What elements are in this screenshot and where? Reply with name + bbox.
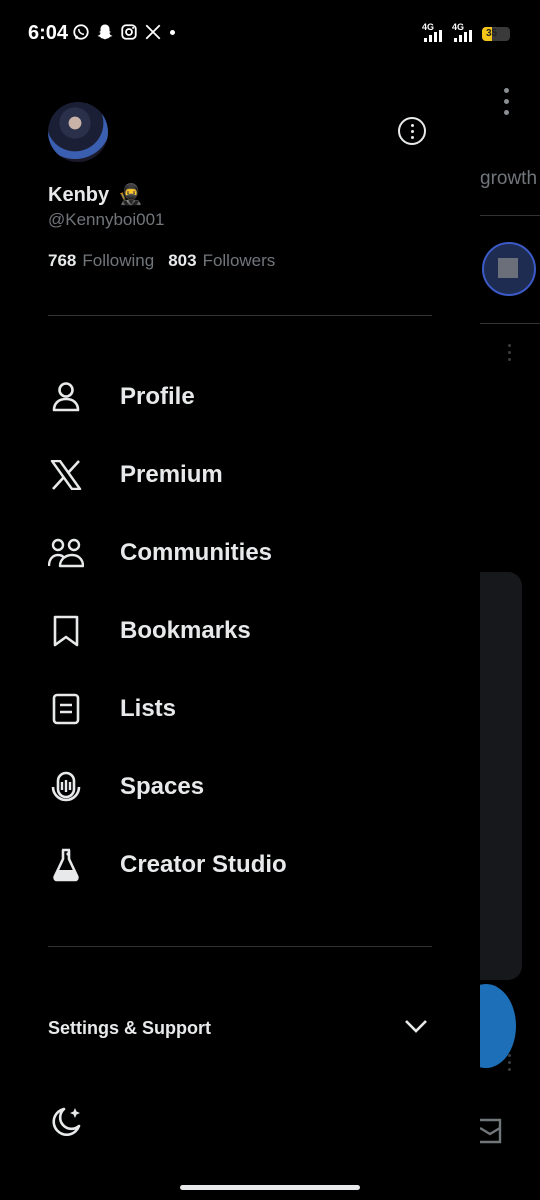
mail-icon bbox=[480, 1118, 504, 1149]
navigation-drawer: Kenby 🥷 @Kennyboi001 768 Following 803 F… bbox=[0, 68, 480, 1200]
menu-item-label: Premium bbox=[120, 461, 223, 488]
follow-counts: 768 Following 803 Followers bbox=[48, 251, 283, 271]
settings-support-toggle[interactable]: Settings & Support bbox=[48, 1014, 432, 1046]
menu-item-communities[interactable]: Communities bbox=[0, 523, 480, 583]
status-time: 6:04 bbox=[28, 22, 69, 44]
x-logo-icon bbox=[48, 457, 84, 493]
whatsapp-icon bbox=[72, 23, 90, 41]
settings-support-label: Settings & Support bbox=[48, 1018, 211, 1038]
more-vertical-icon bbox=[504, 88, 509, 121]
status-bar: 6:04 4G 4G 35 bbox=[0, 0, 540, 68]
divider bbox=[48, 315, 432, 316]
menu-item-label: Profile bbox=[120, 383, 195, 410]
background-card bbox=[480, 572, 522, 980]
post-more-icon bbox=[508, 1054, 511, 1075]
signal-icon-2: 4G bbox=[452, 22, 474, 44]
dot-icon bbox=[170, 29, 175, 35]
display-name: Kenby bbox=[48, 184, 110, 206]
moon-icon bbox=[48, 1107, 84, 1144]
following-label[interactable]: Following bbox=[82, 251, 154, 271]
menu-item-premium[interactable]: Premium bbox=[0, 445, 480, 505]
snapchat-icon bbox=[96, 23, 114, 41]
x-icon bbox=[144, 23, 162, 41]
menu-item-label: Communities bbox=[120, 539, 273, 566]
dark-mode-toggle[interactable] bbox=[48, 1104, 84, 1140]
avatar[interactable] bbox=[48, 102, 108, 162]
following-count[interactable]: 768 bbox=[48, 251, 76, 271]
communities-icon bbox=[48, 535, 84, 571]
background-tab: growth bbox=[480, 168, 538, 189]
background-divider bbox=[480, 323, 540, 324]
person-icon bbox=[48, 379, 84, 415]
chevron-down-icon bbox=[404, 1018, 428, 1039]
menu-item-bookmarks[interactable]: Bookmarks bbox=[0, 601, 480, 661]
spaces-icon bbox=[48, 769, 84, 805]
menu-item-label: Creator Studio bbox=[120, 851, 287, 878]
bookmark-icon bbox=[48, 613, 84, 649]
signal-icon: 4G bbox=[422, 22, 444, 44]
flask-icon bbox=[48, 847, 84, 883]
background-avatar bbox=[482, 242, 536, 296]
menu-item-profile[interactable]: Profile bbox=[0, 367, 480, 427]
home-indicator[interactable] bbox=[180, 1185, 360, 1190]
followers-label[interactable]: Followers bbox=[203, 251, 276, 271]
menu-item-creator-studio[interactable]: Creator Studio bbox=[0, 835, 480, 895]
user-handle: @Kennyboi001 bbox=[48, 210, 165, 229]
instagram-icon bbox=[120, 23, 138, 41]
menu-item-spaces[interactable]: Spaces bbox=[0, 757, 480, 817]
battery-icon: 35 bbox=[482, 27, 510, 41]
menu-item-label: Lists bbox=[120, 695, 177, 722]
divider bbox=[48, 946, 432, 947]
list-icon bbox=[48, 691, 84, 727]
followers-count[interactable]: 803 bbox=[168, 251, 196, 271]
system-indicators: 4G 4G 35 bbox=[422, 22, 510, 44]
background-timeline: growth bbox=[480, 68, 540, 1200]
notification-icons bbox=[72, 23, 175, 41]
menu-item-label: Bookmarks bbox=[120, 617, 251, 644]
menu-item-lists[interactable]: Lists bbox=[0, 679, 480, 739]
background-divider bbox=[480, 215, 540, 216]
more-options-icon[interactable] bbox=[398, 117, 426, 145]
post-more-icon bbox=[508, 344, 511, 365]
menu-item-label: Spaces bbox=[120, 773, 205, 800]
ninja-emoji-icon: 🥷 bbox=[118, 184, 143, 206]
